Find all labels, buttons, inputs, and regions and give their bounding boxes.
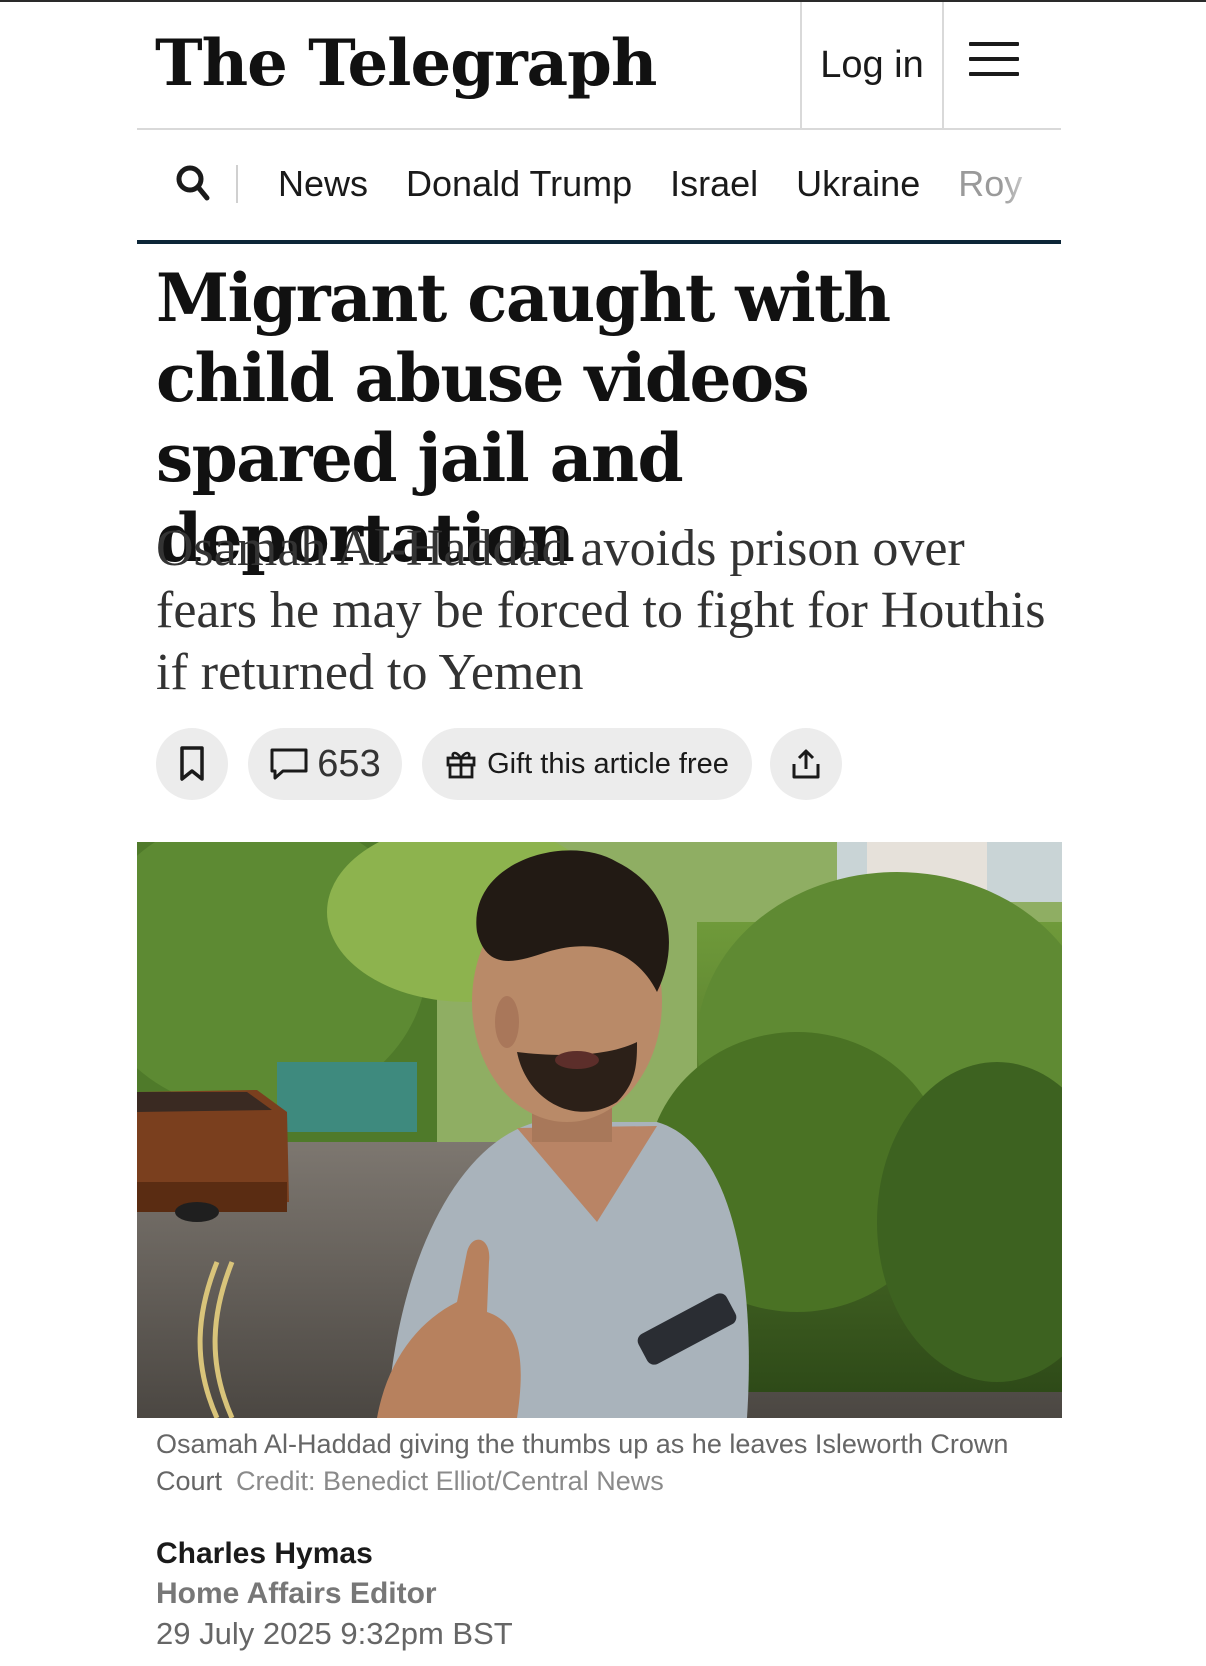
nav-item-news[interactable]: News: [278, 157, 368, 211]
search-icon[interactable]: [173, 162, 213, 206]
login-button[interactable]: Log in: [800, 2, 944, 128]
nav-items: News Donald Trump Israel Ukraine Roy: [278, 157, 1060, 211]
comment-icon: [270, 748, 308, 780]
comment-count: 653: [317, 742, 381, 785]
article-photo[interactable]: [137, 842, 1062, 1418]
share-icon: [792, 749, 820, 779]
share-button[interactable]: [770, 728, 842, 800]
author-role: Home Affairs Editor: [156, 1577, 437, 1610]
gift-label: Gift this article free: [487, 747, 729, 780]
publish-date: 29 July 2025 9:32pm BST: [156, 1616, 513, 1651]
photo-credit: Credit: Benedict Elliot/Central News: [236, 1466, 664, 1496]
nav-item-ukraine[interactable]: Ukraine: [796, 157, 920, 211]
section-nav: News Donald Trump Israel Ukraine Roy: [137, 130, 1061, 244]
nav-item-israel[interactable]: Israel: [670, 157, 758, 211]
author-name[interactable]: Charles Hymas: [156, 1534, 513, 1574]
nav-item-donald-trump[interactable]: Donald Trump: [406, 157, 632, 211]
article-standfirst: Osamah Al-Haddad avoids prison over fear…: [156, 520, 1046, 701]
photo-illustration: [137, 842, 1062, 1418]
byline: Charles Hymas Home Affairs Editor 29 Jul…: [156, 1534, 513, 1654]
comments-button[interactable]: 653: [248, 728, 402, 800]
site-header: The Telegraph Log in: [137, 2, 1061, 130]
photo-caption: Osamah Al-Haddad giving the thumbs up as…: [156, 1426, 1036, 1500]
hamburger-menu-icon[interactable]: [969, 42, 1019, 82]
nav-separator: [236, 165, 238, 203]
nav-fade-overlay: [1001, 130, 1061, 236]
bookmark-icon: [180, 746, 204, 781]
gift-icon: [446, 751, 476, 779]
bookmark-button[interactable]: [156, 728, 228, 800]
gift-article-button[interactable]: Gift this article free: [422, 728, 752, 800]
telegraph-logo[interactable]: The Telegraph: [155, 22, 657, 106]
